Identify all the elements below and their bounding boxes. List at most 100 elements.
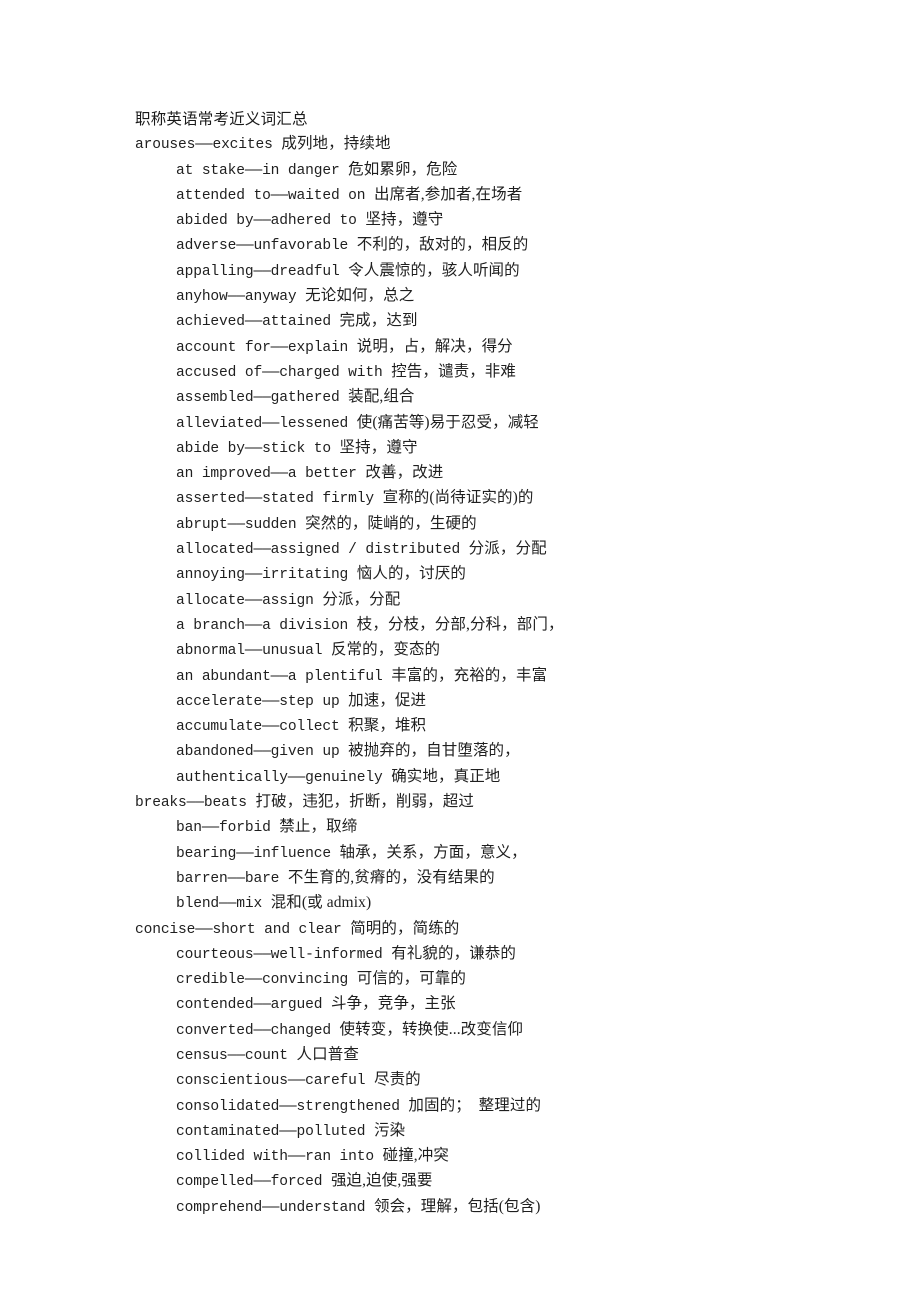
entry-chinese-gloss: 丰富的，充裕的，丰富 bbox=[391, 666, 548, 684]
entry-latin-text: assembled——gathered bbox=[176, 390, 349, 407]
entry-chinese-gloss: 强迫,迫使,强要 bbox=[330, 1172, 433, 1190]
entry-latin-text: an improved——a better bbox=[176, 466, 366, 483]
entry-chinese-gloss: 控告，谴责，非难 bbox=[391, 362, 517, 380]
synonym-entry-line: asserted——stated firmly 宣称的(尚待证实的)的 bbox=[135, 486, 795, 511]
entry-latin-text: credible——convincing bbox=[176, 972, 357, 989]
entry-chinese-gloss: 恼人的，讨厌的 bbox=[356, 565, 466, 583]
entry-chinese-gloss: 尽责的 bbox=[373, 1071, 421, 1089]
synonym-entry-line: concise——short and clear 简明的，简练的 bbox=[135, 917, 795, 942]
synonym-entry-line: anyhow——anyway 无论如何，总之 bbox=[135, 284, 795, 309]
entry-latin-text: abrupt——sudden bbox=[176, 516, 306, 533]
entry-latin-text: census——count bbox=[176, 1047, 297, 1064]
synonym-entry-line: abide by——stick to 坚持，遵守 bbox=[135, 436, 795, 461]
entry-latin-text: account for——explain bbox=[176, 339, 357, 356]
entry-chinese-gloss: 加固的； 整理过的 bbox=[408, 1096, 542, 1114]
synonym-entry-line: bearing——influence 轴承，关系，方面，意义， bbox=[135, 841, 795, 866]
synonym-entry-line: contended——argued 斗争，竞争，主张 bbox=[135, 992, 795, 1017]
synonym-entry-line: an abundant——a plentiful 丰富的，充裕的，丰富 bbox=[135, 664, 795, 689]
synonym-entry-line: credible——convincing 可信的，可靠的 bbox=[135, 967, 795, 992]
synonym-entry-line: accelerate——step up 加速，促进 bbox=[135, 689, 795, 714]
entry-latin-text: abide by——stick to bbox=[176, 440, 340, 457]
entry-latin-text: at stake——in danger bbox=[176, 162, 349, 179]
entry-latin-text: allocated——assigned / distributed bbox=[176, 542, 469, 559]
entry-latin-text: allocate——assign bbox=[176, 592, 323, 609]
entry-chinese-gloss: 不生育的,贫瘠的，没有结果的 bbox=[287, 868, 495, 886]
entry-chinese-gloss: 使(痛苦等)易于忍受，减轻 bbox=[356, 413, 539, 431]
synonym-entry-line: blend——mix 混和(或 admix) bbox=[135, 891, 795, 916]
synonym-entry-line: comprehend——understand 领会，理解，包括(包含) bbox=[135, 1195, 795, 1220]
synonym-entry-line: consolidated——strengthened 加固的； 整理过的 bbox=[135, 1094, 795, 1119]
entry-latin-text: bearing——influence bbox=[176, 845, 340, 862]
entry-chinese-gloss: 说明，占，解决，得分 bbox=[356, 337, 513, 355]
entry-chinese-gloss: 危如累卵，危险 bbox=[348, 160, 458, 178]
entry-latin-text: a branch——a division bbox=[176, 617, 357, 634]
synonym-entry-line: ban——forbid 禁止，取缔 bbox=[135, 815, 795, 840]
entry-chinese-gloss: 突然的，陡峭的，生硬的 bbox=[305, 514, 477, 532]
entry-chinese-gloss: 装配,组合 bbox=[348, 388, 415, 406]
document-title: 职称英语常考近义词汇总 bbox=[135, 111, 308, 128]
synonym-entry-line: accumulate——collect 积聚，堆积 bbox=[135, 714, 795, 739]
entry-chinese-gloss: 领会，理解，包括(包含) bbox=[373, 1197, 541, 1215]
synonym-entry-line: assembled——gathered 装配,组合 bbox=[135, 385, 795, 410]
synonym-entry-line: courteous——well-informed 有礼貌的，谦恭的 bbox=[135, 942, 795, 967]
synonym-entry-line: annoying——irritating 恼人的，讨厌的 bbox=[135, 562, 795, 587]
synonym-entry-line: authentically——genuinely 确实地，真正地 bbox=[135, 765, 795, 790]
entry-latin-text: an abundant——a plentiful bbox=[176, 668, 392, 685]
entry-chinese-gloss: 成列地，持续地 bbox=[281, 135, 391, 153]
entry-latin-text: abided by——adhered to bbox=[176, 213, 366, 230]
entry-latin-text: appalling——dreadful bbox=[176, 263, 349, 280]
entry-chinese-gloss: 可信的，可靠的 bbox=[356, 970, 466, 988]
synonym-entry-line: appalling——dreadful 令人震惊的，骇人听闻的 bbox=[135, 259, 795, 284]
synonym-entry-line: alleviated——lessened 使(痛苦等)易于忍受，减轻 bbox=[135, 411, 795, 436]
synonym-entry-line: accused of——charged with 控告，谴责，非难 bbox=[135, 360, 795, 385]
synonym-entry-line: abrupt——sudden 突然的，陡峭的，生硬的 bbox=[135, 512, 795, 537]
entry-chinese-gloss: 污染 bbox=[373, 1121, 406, 1139]
document-text-body: 职称英语常考近义词汇总 arouses——excites 成列地，持续地 at s… bbox=[135, 108, 795, 1220]
entry-latin-text: courteous——well-informed bbox=[176, 946, 392, 963]
entry-latin-text: accelerate——step up bbox=[176, 693, 349, 710]
entry-chinese-gloss: 斗争，竞争，主张 bbox=[330, 995, 456, 1013]
entry-latin-text: abnormal——unusual bbox=[176, 643, 331, 660]
entry-chinese-gloss: 有礼貌的，谦恭的 bbox=[391, 944, 517, 962]
entry-chinese-gloss: 打破，违犯，折断，削弱，超过 bbox=[255, 793, 474, 811]
synonym-entry-line: a branch——a division 枝，分枝，分部,分科，部门， bbox=[135, 613, 795, 638]
entry-chinese-gloss: 简明的，简练的 bbox=[350, 919, 460, 937]
synonym-entry-line: an improved——a better 改善，改进 bbox=[135, 461, 795, 486]
synonym-entry-list: arouses——excites 成列地，持续地 at stake——in dan… bbox=[135, 132, 795, 1220]
entry-chinese-gloss: 无论如何，总之 bbox=[305, 287, 415, 305]
entry-chinese-gloss: 积聚，堆积 bbox=[348, 717, 427, 735]
entry-chinese-gloss: 确实地，真正地 bbox=[391, 767, 501, 785]
entry-latin-text: arouses——excites bbox=[135, 137, 282, 154]
entry-latin-text: abandoned——given up bbox=[176, 744, 349, 761]
entry-chinese-gloss: 完成，达到 bbox=[339, 312, 418, 330]
entry-latin-text: attended to——waited on bbox=[176, 187, 374, 204]
entry-chinese-gloss: 坚持，遵守 bbox=[339, 438, 418, 456]
entry-latin-text: accumulate——collect bbox=[176, 719, 349, 736]
entry-latin-text: collided with——ran into bbox=[176, 1149, 383, 1166]
synonym-entry-line: allocated——assigned / distributed 分派，分配 bbox=[135, 537, 795, 562]
entry-chinese-gloss: 坚持，遵守 bbox=[365, 211, 444, 229]
synonym-entry-line: converted——changed 使转变，转换使...改变信仰 bbox=[135, 1018, 795, 1043]
synonym-entry-line: barren——bare 不生育的,贫瘠的，没有结果的 bbox=[135, 866, 795, 891]
synonym-entry-line: breaks——beats 打破，违犯，折断，削弱，超过 bbox=[135, 790, 795, 815]
document-page: 职称英语常考近义词汇总 arouses——excites 成列地，持续地 at s… bbox=[0, 0, 920, 1302]
synonym-entry-line: abandoned——given up 被抛弃的，自甘堕落的， bbox=[135, 739, 795, 764]
entry-chinese-gloss: 改善，改进 bbox=[365, 464, 444, 482]
entry-chinese-gloss: 混和(或 admix) bbox=[270, 894, 372, 912]
entry-latin-text: alleviated——lessened bbox=[176, 415, 357, 432]
entry-chinese-gloss: 被抛弃的，自甘堕落的， bbox=[348, 742, 520, 760]
synonym-entry-line: abided by——adhered to 坚持，遵守 bbox=[135, 208, 795, 233]
synonym-entry-line: contaminated——polluted 污染 bbox=[135, 1119, 795, 1144]
synonym-entry-line: achieved——attained 完成，达到 bbox=[135, 309, 795, 334]
synonym-entry-line: compelled——forced 强迫,迫使,强要 bbox=[135, 1169, 795, 1194]
entry-latin-text: converted——changed bbox=[176, 1022, 340, 1039]
entry-latin-text: consolidated——strengthened bbox=[176, 1098, 409, 1115]
entry-chinese-gloss: 反常的，变态的 bbox=[330, 641, 441, 659]
entry-latin-text: compelled——forced bbox=[176, 1174, 331, 1191]
entry-latin-text: ban——forbid bbox=[176, 820, 280, 837]
entry-chinese-gloss: 枝，分枝，分部,分科，部门， bbox=[356, 615, 564, 633]
entry-chinese-gloss: 不利的，敌对的，相反的 bbox=[356, 236, 529, 254]
entry-chinese-gloss: 分派，分配 bbox=[468, 540, 547, 558]
synonym-entry-line: abnormal——unusual 反常的，变态的 bbox=[135, 638, 795, 663]
entry-latin-text: contaminated——polluted bbox=[176, 1123, 374, 1140]
